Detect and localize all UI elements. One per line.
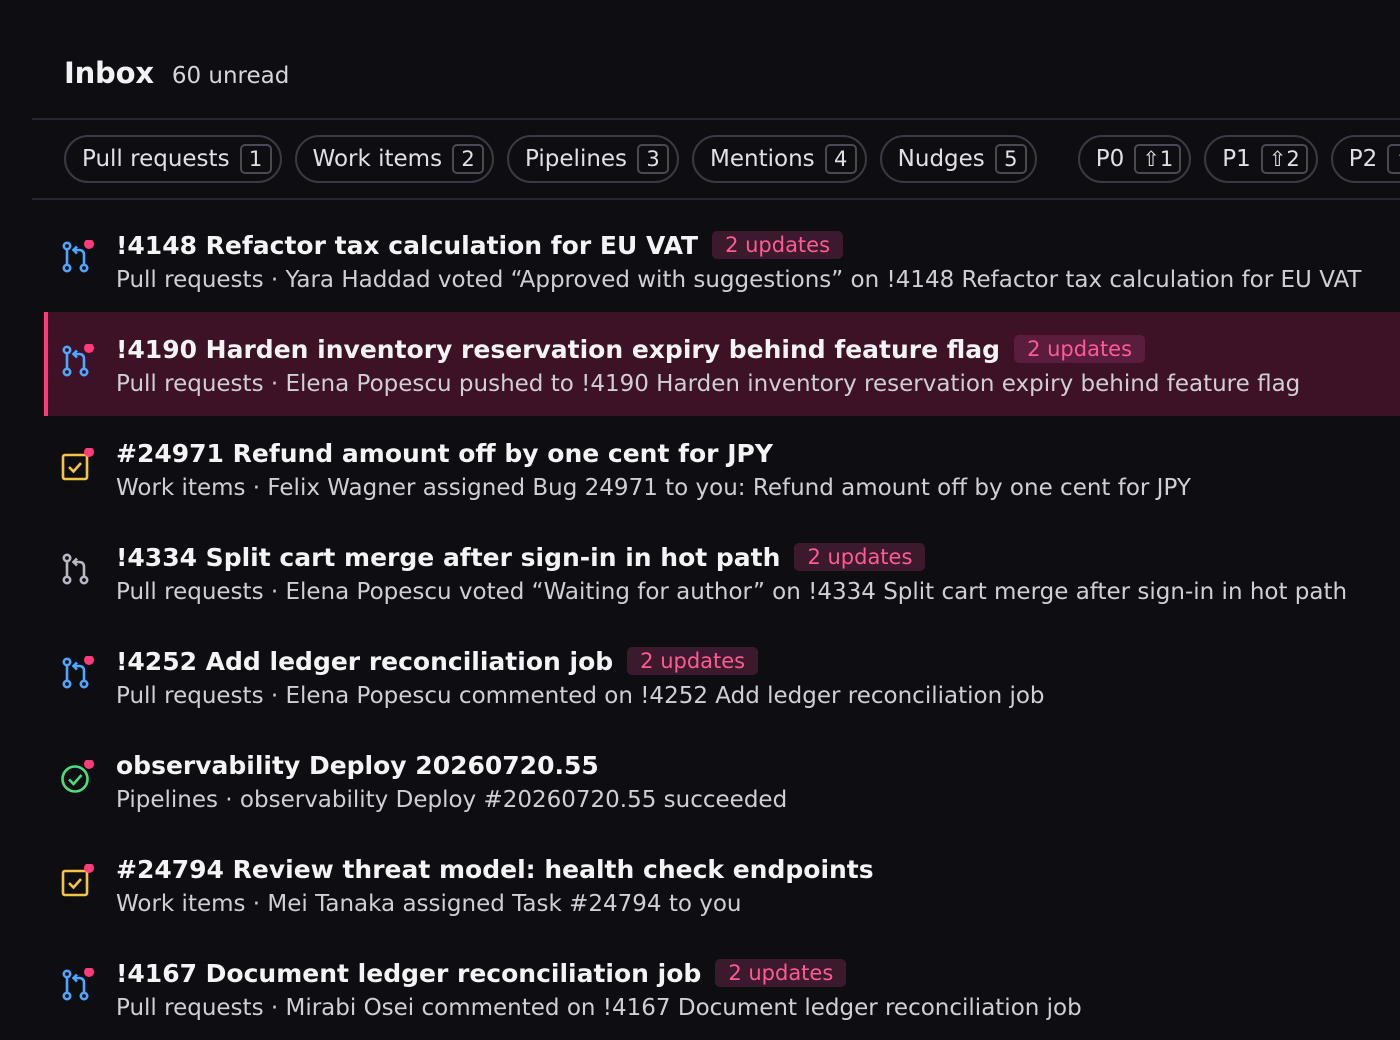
- notification-row[interactable]: #24971 Refund amount off by one cent for…: [44, 416, 1400, 520]
- unread-dot: [84, 239, 94, 249]
- filter-label: Work items: [312, 146, 443, 172]
- filter-label: Pull requests: [82, 146, 230, 172]
- pipeline-success-icon: [60, 759, 94, 794]
- filter-bar: Pull requests 1 Work items 2 Pipelines 3…: [64, 135, 1400, 183]
- notification-title: !4190 Harden inventory reservation expir…: [116, 334, 1001, 364]
- notification-title: !4252 Add ledger reconciliation job: [116, 646, 614, 676]
- header-divider: [32, 118, 1400, 120]
- filter-priority-p1[interactable]: P1 ⇧2: [1204, 135, 1318, 183]
- priority-label: P0: [1095, 146, 1125, 172]
- inbox-header: Inbox 60 unread: [64, 56, 289, 90]
- pull-request-icon: [60, 552, 94, 586]
- unread-count: 60 unread: [171, 63, 290, 89]
- filter-priority-p0[interactable]: P0 ⇧1: [1077, 135, 1192, 183]
- filter-nudges[interactable]: Nudges 5: [879, 135, 1037, 183]
- updates-badge: 2 updates: [715, 959, 847, 987]
- filter-shortcut: 5: [994, 144, 1027, 174]
- filter-shortcut: 2: [452, 144, 485, 174]
- pull-request-icon: [60, 655, 94, 690]
- pull-request-icon: [60, 343, 94, 378]
- unread-dot: [84, 655, 94, 665]
- notification-row[interactable]: !4148 Refactor tax calculation for EU VA…: [44, 208, 1400, 312]
- work-item-icon: [60, 863, 94, 898]
- filter-shortcut: 4: [824, 144, 857, 174]
- priority-shortcut: ⇧2: [1260, 144, 1308, 174]
- priority-label: P2: [1348, 146, 1378, 172]
- filter-label: Nudges: [897, 146, 985, 172]
- notification-row[interactable]: !4167 Document ledger reconciliation job…: [44, 936, 1400, 1040]
- filter-shortcut: 1: [239, 144, 272, 174]
- notification-title: !4334 Split cart merge after sign-in in …: [116, 542, 781, 572]
- notification-row[interactable]: !4252 Add ledger reconciliation job 2 up…: [44, 624, 1400, 728]
- filter-pull-requests[interactable]: Pull requests 1: [64, 135, 282, 183]
- notification-title: observability Deploy 20260720.55: [116, 750, 599, 780]
- notification-title: !4148 Refactor tax calculation for EU VA…: [116, 230, 699, 260]
- filter-priority-p2[interactable]: P2 ⇧3: [1330, 135, 1400, 183]
- notification-list: !4148 Refactor tax calculation for EU VA…: [44, 208, 1400, 1040]
- notification-subtitle: Pull requests · Mirabi Osei commented on…: [116, 995, 1082, 1021]
- notification-subtitle: Work items · Mei Tanaka assigned Task #2…: [116, 891, 742, 917]
- work-item-icon: [60, 447, 94, 482]
- notification-subtitle: Work items · Felix Wagner assigned Bug 2…: [116, 475, 1191, 501]
- notification-row-selected[interactable]: !4190 Harden inventory reservation expir…: [44, 312, 1400, 416]
- priority-shortcut: ⇧1: [1134, 144, 1182, 174]
- notification-row[interactable]: observability Deploy 20260720.55 Pipelin…: [44, 728, 1400, 832]
- notification-title: !4167 Document ledger reconciliation job: [116, 958, 702, 988]
- notification-subtitle: Pull requests · Elena Popescu commented …: [116, 683, 1045, 709]
- filter-divider: [32, 198, 1400, 200]
- notification-subtitle: Pipelines · observability Deploy #202607…: [116, 787, 788, 813]
- updates-badge: 2 updates: [1014, 335, 1146, 363]
- pull-request-icon: [60, 239, 94, 274]
- notification-row[interactable]: #24794 Review threat model: health check…: [44, 832, 1400, 936]
- updates-badge: 2 updates: [794, 543, 926, 571]
- filter-label: Mentions: [710, 146, 815, 172]
- notification-subtitle: Pull requests · Yara Haddad voted “Appro…: [116, 267, 1362, 293]
- updates-badge: 2 updates: [627, 647, 759, 675]
- filter-pipelines[interactable]: Pipelines 3: [507, 135, 680, 183]
- updates-badge: 2 updates: [712, 231, 844, 259]
- filter-shortcut: 3: [637, 144, 670, 174]
- filter-work-items[interactable]: Work items 2: [294, 135, 495, 183]
- filter-label: Pipelines: [525, 146, 628, 172]
- unread-dot: [84, 967, 94, 977]
- priority-label: P1: [1222, 146, 1251, 172]
- unread-dot: [84, 343, 94, 353]
- notification-row[interactable]: !4334 Split cart merge after sign-in in …: [44, 520, 1400, 624]
- unread-dot: [84, 759, 94, 769]
- notification-subtitle: Pull requests · Elena Popescu voted “Wai…: [116, 579, 1348, 605]
- priority-shortcut: ⇧3: [1387, 144, 1400, 174]
- filter-mentions[interactable]: Mentions 4: [692, 135, 867, 183]
- page-title: Inbox: [64, 56, 154, 90]
- notification-subtitle: Pull requests · Elena Popescu pushed to …: [116, 371, 1301, 397]
- pull-request-icon: [60, 967, 94, 1002]
- notification-title: #24971 Refund amount off by one cent for…: [116, 438, 773, 468]
- notification-title: #24794 Review threat model: health check…: [116, 854, 874, 884]
